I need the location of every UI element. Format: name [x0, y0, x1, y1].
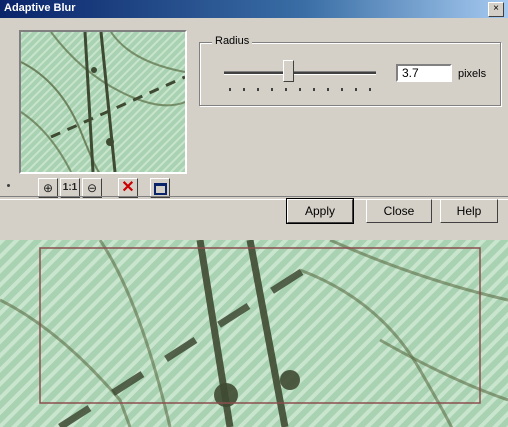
slider-tick: [271, 88, 273, 91]
zoom-out-icon[interactable]: ⊖: [82, 178, 102, 198]
window-icon[interactable]: [150, 178, 170, 198]
zoom-in-icon[interactable]: ⊕: [38, 178, 58, 198]
preview-thumbnail[interactable]: [19, 30, 187, 174]
radius-slider-track[interactable]: [224, 71, 376, 75]
slider-tick: [327, 88, 329, 91]
image-canvas[interactable]: [0, 240, 508, 427]
slider-tick: [369, 88, 371, 91]
slider-tick: [285, 88, 287, 91]
slider-tick: [257, 88, 259, 91]
preview-marker: [7, 184, 10, 187]
actual-size-icon[interactable]: 1:1: [60, 178, 80, 198]
window-title: Adaptive Blur: [4, 2, 76, 14]
radius-label: Radius: [212, 35, 253, 47]
slider-tick: [243, 88, 245, 91]
apply-button[interactable]: Apply: [287, 199, 353, 223]
title-bar[interactable]: Adaptive Blur ×: [0, 0, 508, 18]
close-icon[interactable]: ×: [488, 2, 504, 17]
adaptive-blur-dialog: ⊕ 1:1 ⊖ ✕ Radius pixels Apply Close Help: [0, 18, 508, 240]
radius-input[interactable]: [396, 64, 452, 82]
slider-tick: [313, 88, 315, 91]
cancel-icon[interactable]: ✕: [118, 178, 138, 198]
slider-ticks: [229, 88, 379, 92]
close-button[interactable]: Close: [366, 199, 432, 223]
slider-tick: [229, 88, 231, 91]
help-button[interactable]: Help: [440, 199, 498, 223]
radius-slider-thumb[interactable]: [282, 60, 294, 82]
slider-tick: [341, 88, 343, 91]
slider-tick: [299, 88, 301, 91]
slider-tick: [355, 88, 357, 91]
units-label: pixels: [458, 68, 487, 80]
